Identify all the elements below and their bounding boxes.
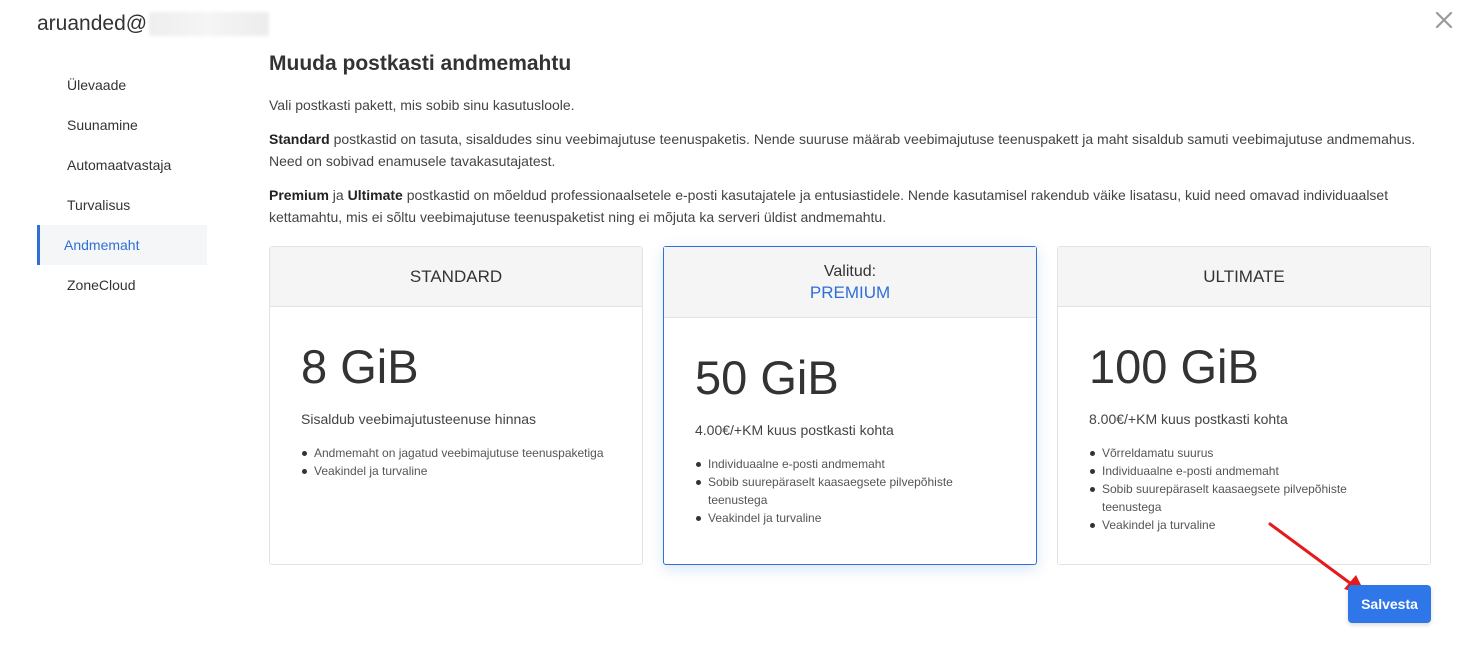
sidebar-item-turvalisus[interactable]: Turvalisus — [37, 185, 207, 225]
plan-cards: STANDARD 8 GiB Sisaldub veebimajutusteen… — [269, 246, 1431, 566]
plan-card-ultimate[interactable]: ULTIMATE 100 GiB 8.00€/+KM kuus postkast… — [1057, 246, 1431, 565]
ultimate-strong: Ultimate — [347, 187, 403, 203]
feature-item: Individuaalne e-posti andmemaht — [695, 455, 1006, 473]
plan-features: Võrreldamatu suurus Individuaalne e-post… — [1089, 444, 1400, 534]
feature-item: Andmemaht on jagatud veebimajutuse teenu… — [301, 444, 612, 462]
plan-size: 8 GiB — [301, 340, 419, 393]
premium-mid: ja — [328, 187, 348, 203]
standard-description: Standard postkastid on tasuta, sisaldude… — [269, 128, 1431, 172]
feature-item: Veakindel ja turvaline — [301, 462, 612, 480]
sidebar-item-andmemaht[interactable]: Andmemaht — [37, 225, 207, 265]
sidebar-item-ulevaade[interactable]: Ülevaade — [37, 65, 207, 105]
plan-name: ULTIMATE — [1058, 247, 1430, 307]
sidebar-nav: Ülevaade Suunamine Automaatvastaja Turva… — [37, 65, 207, 305]
save-button[interactable]: Salvesta — [1348, 585, 1431, 623]
plan-features: Individuaalne e-posti andmemaht Sobib su… — [695, 455, 1006, 527]
standard-strong: Standard — [269, 131, 330, 147]
plan-price: 8.00€/+KM kuus postkasti kohta — [1089, 411, 1288, 427]
sidebar-item-suunamine[interactable]: Suunamine — [37, 105, 207, 145]
close-button[interactable] — [1432, 8, 1456, 32]
intro-text: Vali postkasti pakett, mis sobib sinu ka… — [269, 97, 575, 113]
feature-item: Sobib suurepäraselt kaasaegsete pilvepõh… — [695, 473, 1006, 509]
premium-text: postkastid on mõeldud professionaalsetel… — [269, 187, 1389, 225]
plan-price: 4.00€/+KM kuus postkasti kohta — [695, 422, 894, 438]
feature-item: Veakindel ja turvaline — [1089, 516, 1400, 534]
selected-label: Valitud: — [823, 263, 877, 280]
plan-price: Sisaldub veebimajutusteenuse hinnas — [301, 411, 537, 427]
feature-item: Veakindel ja turvaline — [695, 509, 1006, 527]
premium-strong: Premium — [269, 187, 329, 203]
feature-item: Individuaalne e-posti andmemaht — [1089, 462, 1400, 480]
page-title: Muuda postkasti andmemahtu — [269, 52, 572, 75]
main-content: Muuda postkasti andmemahtu Vali postkast… — [269, 50, 1431, 240]
close-icon — [1435, 11, 1453, 29]
standard-text: postkastid on tasuta, sisaldudes sinu ve… — [269, 131, 1416, 169]
plan-name: STANDARD — [270, 247, 642, 307]
premium-description: Premium ja Ultimate postkastid on mõeldu… — [269, 184, 1431, 228]
feature-item: Sobib suurepäraselt kaasaegsete pilvepõh… — [1089, 480, 1400, 516]
plan-card-premium[interactable]: Valitud: PREMIUM 50 GiB 4.00€/+KM kuus p… — [663, 246, 1037, 565]
sidebar-item-zonecloud[interactable]: ZoneCloud — [37, 265, 207, 305]
account-name: aruanded@ — [37, 12, 148, 35]
plan-size: 100 GiB — [1089, 340, 1259, 393]
plan-card-standard[interactable]: STANDARD 8 GiB Sisaldub veebimajutusteen… — [269, 246, 643, 565]
sidebar-item-automaatvastaja[interactable]: Automaatvastaja — [37, 145, 207, 185]
plan-name: PREMIUM — [809, 283, 891, 302]
plan-features: Andmemaht on jagatud veebimajutuse teenu… — [301, 444, 612, 480]
plan-header-selected: Valitud: PREMIUM — [664, 247, 1036, 318]
plan-size: 50 GiB — [695, 351, 839, 404]
feature-item: Võrreldamatu suurus — [1089, 444, 1400, 462]
redacted-domain — [149, 12, 270, 36]
account-title: aruanded@ — [37, 12, 270, 36]
